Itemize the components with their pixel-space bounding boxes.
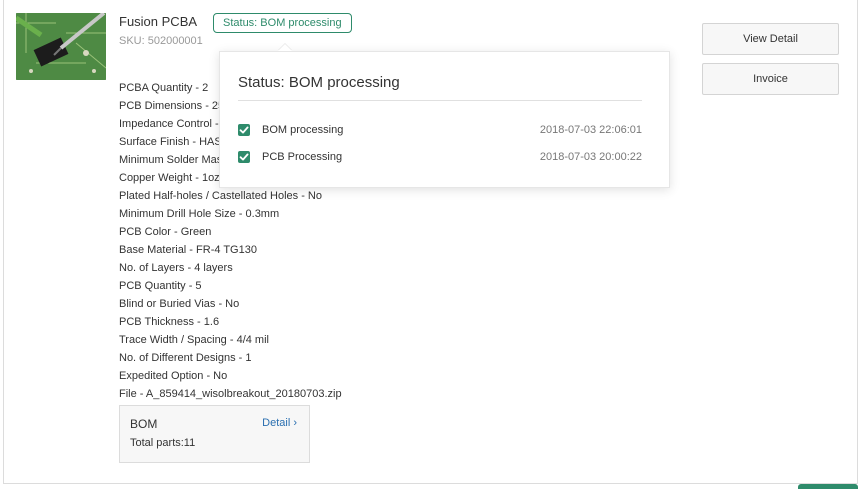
view-detail-button[interactable]: View Detail <box>702 23 839 55</box>
spec-item: Plated Half-holes / Castellated Holes - … <box>119 190 322 202</box>
checkbox-checked-icon <box>238 151 250 163</box>
bom-summary: BOM Detail › Total parts:11 <box>119 405 310 463</box>
bom-detail-link[interactable]: Detail › <box>262 417 297 429</box>
spec-item: Minimum Drill Hole Size - 0.3mm <box>119 208 280 220</box>
status-step-time: 2018-07-03 20:00:22 <box>539 151 642 163</box>
status-step: PCB Processing 2018-07-03 20:00:22 <box>238 150 642 166</box>
spec-item: PCB Color - Green <box>119 226 212 238</box>
status-step-label: BOM processing <box>262 124 344 136</box>
spec-item: File - A_859414_wisolbreakout_20180703.z… <box>119 388 342 400</box>
bom-total-parts: Total parts:11 <box>130 437 196 449</box>
popover-title: Status: BOM processing <box>238 74 400 91</box>
spec-item: Blind or Buried Vias - No <box>119 298 240 310</box>
spec-item: Expedited Option - No <box>119 370 228 382</box>
product-thumbnail[interactable] <box>16 13 106 80</box>
feedback-tab[interactable] <box>798 484 858 489</box>
status-step-time: 2018-07-03 22:06:01 <box>539 124 642 136</box>
status-badge[interactable]: Status: BOM processing <box>213 13 352 33</box>
spec-item: Trace Width / Spacing - 4/4 mil <box>119 334 269 346</box>
bom-title: BOM <box>130 417 158 431</box>
popover-divider <box>238 100 642 101</box>
spec-item: PCB Thickness - 1.6 <box>119 316 220 328</box>
spec-item: No. of Layers - 4 layers <box>119 262 233 274</box>
popover-arrow <box>278 44 292 51</box>
status-step: BOM processing 2018-07-03 22:06:01 <box>238 123 642 139</box>
spec-item: No. of Different Designs - 1 <box>119 352 252 364</box>
checkbox-checked-icon <box>238 124 250 136</box>
spec-item: Base Material - FR-4 TG130 <box>119 244 257 256</box>
product-title: Fusion PCBA <box>119 14 198 29</box>
status-popover: Status: BOM processing BOM processing 20… <box>219 51 670 188</box>
product-sku: SKU: 502000001 <box>119 35 203 47</box>
spec-item: PCB Quantity - 5 <box>119 280 202 292</box>
invoice-button[interactable]: Invoice <box>702 63 839 95</box>
status-step-label: PCB Processing <box>262 151 343 163</box>
